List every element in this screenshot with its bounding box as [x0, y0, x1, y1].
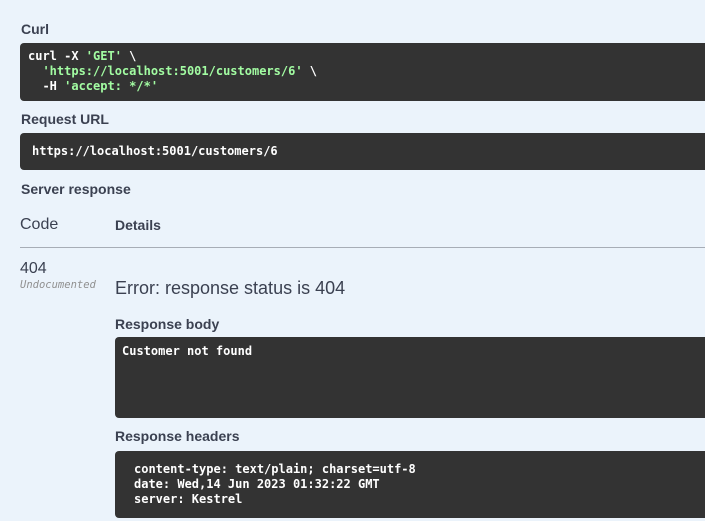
curl-command: curl -X — [28, 49, 86, 63]
column-header-details: Details — [115, 217, 161, 233]
response-header-line: server: Kestrel — [134, 492, 243, 506]
curl-method: 'GET' — [85, 49, 122, 63]
response-headers-code-block[interactable]: content-type: text/plain; charset=utf-8 … — [115, 451, 705, 518]
table-divider — [20, 247, 705, 248]
response-header-line: date: Wed,14 Jun 2023 01:32:22 GMT — [134, 477, 380, 491]
request-url-code-block[interactable]: https://localhost:5001/customers/6 — [20, 133, 705, 170]
error-message: Error: response status is 404 — [115, 278, 346, 298]
curl-url: 'https://localhost:5001/customers/6' — [42, 64, 303, 78]
server-response-heading: Server response — [21, 181, 131, 197]
line-continuation: \ — [121, 49, 137, 63]
curl-header-value: 'accept: */*' — [64, 79, 159, 93]
response-body-text: Customer not found — [122, 344, 253, 358]
curl-code-block[interactable]: curl -X 'GET' \ 'https://localhost:5001/… — [20, 43, 705, 101]
response-status-code: 404 — [20, 260, 47, 277]
response-body-code-block[interactable]: Customer not found — [115, 337, 705, 418]
request-url-value: https://localhost:5001/customers/6 — [32, 144, 278, 158]
response-header-line: content-type: text/plain; charset=utf-8 — [134, 462, 416, 476]
undocumented-label: Undocumented — [20, 279, 96, 291]
swagger-try-it-out-panel: Curl curl -X 'GET' \ 'https://localhost:… — [0, 0, 705, 521]
response-headers-heading: Response headers — [115, 428, 240, 444]
column-header-code: Code — [20, 216, 59, 233]
response-body-heading: Response body — [115, 316, 220, 332]
line-continuation: \ — [302, 64, 317, 78]
curl-heading: Curl — [21, 21, 49, 37]
curl-header-flag: -H — [28, 79, 65, 93]
request-url-heading: Request URL — [21, 111, 109, 127]
